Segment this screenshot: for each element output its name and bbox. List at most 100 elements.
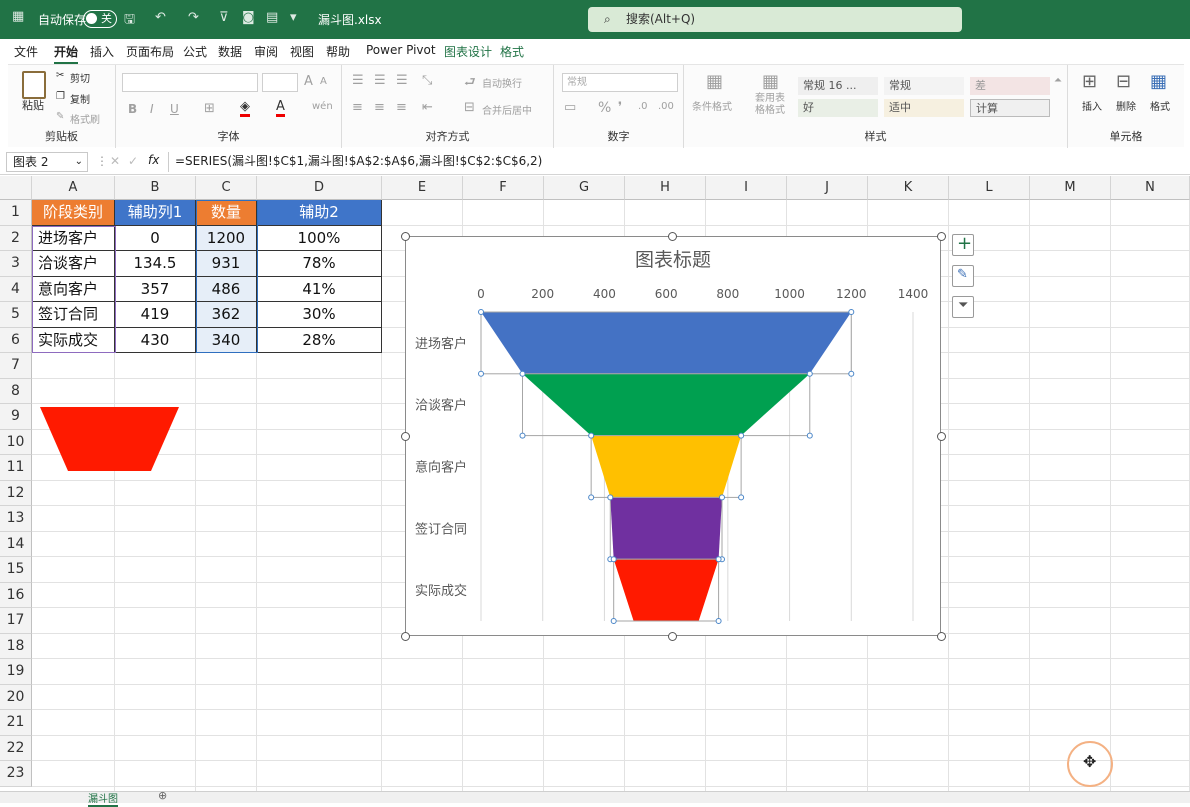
- row-header[interactable]: 5: [0, 302, 32, 328]
- row-header[interactable]: 9: [0, 404, 32, 430]
- font-size-select[interactable]: [262, 73, 298, 92]
- number-format-select[interactable]: 常规: [562, 73, 678, 92]
- print-icon[interactable]: ▤: [266, 10, 278, 25]
- delete-cells-button[interactable]: 删除: [1116, 98, 1136, 113]
- font-size-up-button[interactable]: A: [304, 74, 313, 89]
- table-header-cell[interactable]: 辅助列1: [115, 200, 196, 226]
- chart-resize-handle[interactable]: [667, 231, 677, 241]
- percent-icon[interactable]: %: [598, 100, 611, 116]
- currency-icon[interactable]: ▭: [564, 100, 576, 115]
- menu-tab-10[interactable]: 图表设计: [444, 43, 492, 60]
- indent-icon[interactable]: ⇤: [422, 100, 433, 115]
- table-format-icon[interactable]: ▦: [762, 71, 779, 92]
- bold-button[interactable]: B: [128, 102, 137, 116]
- customize-icon[interactable]: ▾: [290, 10, 297, 25]
- table-header-cell[interactable]: 辅助2: [257, 200, 382, 226]
- undo-icon[interactable]: ↶: [155, 10, 166, 25]
- insert-cells-icon[interactable]: ⊞: [1082, 71, 1097, 92]
- menu-tab-8[interactable]: 帮助: [326, 43, 350, 60]
- menu-tab-11[interactable]: 格式: [500, 43, 524, 60]
- trapezoid-shape[interactable]: [40, 407, 180, 472]
- table-cell[interactable]: 134.5: [115, 251, 196, 277]
- column-header[interactable]: A: [32, 176, 115, 200]
- chart-filters-button[interactable]: ⏷: [952, 296, 974, 318]
- row-header[interactable]: 19: [0, 659, 32, 685]
- paste-button[interactable]: 粘贴: [22, 97, 44, 113]
- underline-button[interactable]: U: [170, 102, 179, 116]
- wrap-text-icon[interactable]: ⮐: [464, 73, 476, 95]
- align-center-icon[interactable]: ≡: [374, 100, 385, 115]
- column-header[interactable]: J: [787, 176, 868, 200]
- funnel-chart[interactable]: 图表标题 0 200 400 600 800 1000 1200 1400 进场客户 洽谈客户 意向客…: [405, 236, 941, 636]
- style-bad[interactable]: 差: [970, 77, 1050, 95]
- menu-tab-7[interactable]: 视图: [290, 43, 314, 60]
- row-header[interactable]: 8: [0, 378, 32, 404]
- add-sheet-icon[interactable]: ⊕: [158, 789, 167, 802]
- column-header[interactable]: E: [382, 176, 463, 200]
- delete-cells-icon[interactable]: ⊟: [1116, 71, 1131, 92]
- search-input[interactable]: ⌕ 搜索(Alt+Q): [588, 7, 962, 32]
- column-header[interactable]: L: [949, 176, 1030, 200]
- paste-icon[interactable]: [22, 71, 46, 99]
- column-header[interactable]: K: [868, 176, 949, 200]
- phonetic-icon[interactable]: wén: [312, 101, 333, 112]
- border-icon[interactable]: ⊞: [204, 101, 215, 116]
- name-box[interactable]: 图表 2 ⌄: [6, 152, 88, 172]
- enter-icon[interactable]: ✓: [128, 154, 138, 168]
- table-cell[interactable]: 41%: [257, 276, 382, 302]
- chart-resize-handle[interactable]: [400, 431, 410, 441]
- column-header[interactable]: B: [115, 176, 196, 200]
- column-header[interactable]: M: [1030, 176, 1111, 200]
- chart-resize-handle[interactable]: [400, 231, 410, 241]
- formula-input[interactable]: =SERIES(漏斗图!$C$1,漏斗图!$A$2:$A$6,漏斗图!$C$2:…: [168, 152, 1188, 172]
- select-all-corner[interactable]: [0, 176, 32, 200]
- row-header[interactable]: 17: [0, 608, 32, 634]
- table-header-cell[interactable]: 阶段类别: [32, 200, 115, 226]
- column-header[interactable]: I: [706, 176, 787, 200]
- camera-icon[interactable]: ◙: [242, 10, 255, 25]
- row-header[interactable]: 2: [0, 225, 32, 251]
- row-header[interactable]: 18: [0, 633, 32, 659]
- italic-button[interactable]: I: [150, 102, 154, 116]
- align-right-icon[interactable]: ≡: [396, 100, 407, 115]
- menu-tab-0[interactable]: 文件: [14, 43, 38, 60]
- merge-icon[interactable]: ⊟: [464, 100, 475, 115]
- copy-icon[interactable]: ❐: [56, 91, 65, 102]
- font-size-down-button[interactable]: A: [320, 76, 327, 87]
- chart-resize-handle[interactable]: [936, 231, 946, 241]
- column-header[interactable]: N: [1111, 176, 1190, 200]
- column-header[interactable]: H: [625, 176, 706, 200]
- sheet-tab[interactable]: 漏斗图: [88, 790, 118, 807]
- format-painter-icon[interactable]: ✎: [56, 111, 64, 122]
- font-color-icon[interactable]: A: [276, 99, 285, 117]
- row-header[interactable]: 4: [0, 276, 32, 302]
- merge-center-button[interactable]: 合并后居中: [482, 102, 532, 117]
- align-top-icon[interactable]: ☰: [352, 73, 364, 88]
- cancel-icon[interactable]: ✕: [110, 154, 120, 168]
- chart-styles-button[interactable]: ✎: [952, 265, 974, 287]
- row-header[interactable]: 16: [0, 582, 32, 608]
- insert-cells-button[interactable]: 插入: [1082, 98, 1102, 113]
- conditional-format-button[interactable]: 条件格式: [692, 98, 732, 113]
- table-cell[interactable]: 78%: [257, 251, 382, 277]
- row-header[interactable]: 3: [0, 251, 32, 277]
- column-header[interactable]: G: [544, 176, 625, 200]
- style-calculation[interactable]: 计算: [970, 99, 1050, 117]
- row-header[interactable]: 10: [0, 429, 32, 455]
- column-header[interactable]: F: [463, 176, 544, 200]
- orientation-icon[interactable]: ⤡: [422, 73, 432, 88]
- column-header[interactable]: C: [196, 176, 257, 200]
- conditional-format-icon[interactable]: ▦: [706, 71, 723, 92]
- table-cell[interactable]: 0: [115, 225, 196, 251]
- row-header[interactable]: 7: [0, 353, 32, 379]
- row-header[interactable]: 12: [0, 480, 32, 506]
- cut-icon[interactable]: ✂: [56, 70, 64, 81]
- format-cells-icon[interactable]: ▦: [1150, 71, 1167, 92]
- table-cell[interactable]: 28%: [257, 327, 382, 353]
- cut-button[interactable]: 剪切: [70, 70, 90, 85]
- chart-elements-button[interactable]: +: [952, 233, 974, 256]
- style-neutral[interactable]: 适中: [884, 99, 964, 117]
- format-painter-button[interactable]: 格式刷: [70, 111, 100, 126]
- copy-button[interactable]: 复制: [70, 91, 90, 106]
- table-cell[interactable]: 357: [115, 276, 196, 302]
